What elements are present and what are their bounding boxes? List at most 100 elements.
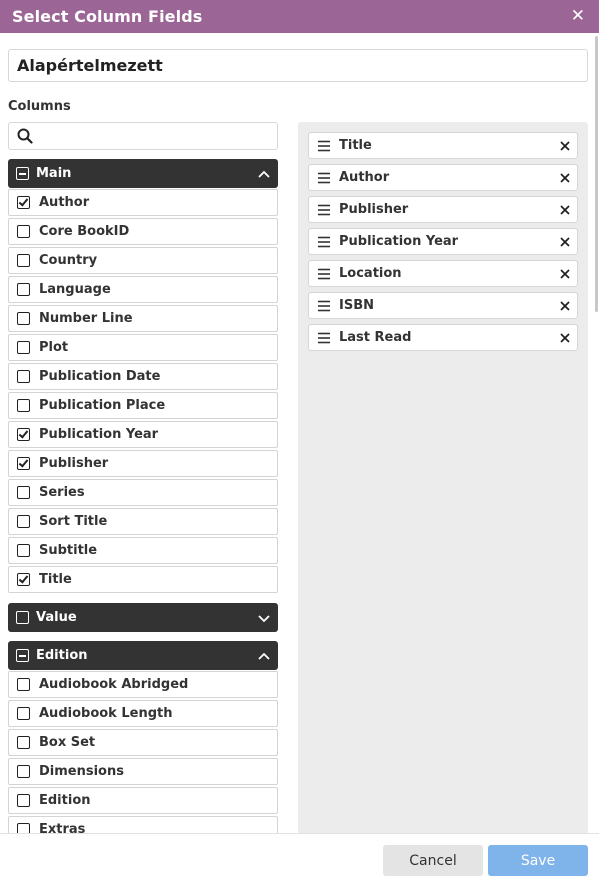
field-label: Subtitle (39, 543, 98, 558)
chevron-up-icon (258, 652, 270, 660)
field-item[interactable]: Dimensions (8, 758, 278, 785)
remove-icon[interactable] (559, 172, 571, 184)
remove-icon[interactable] (559, 236, 571, 248)
drag-handle-icon[interactable] (317, 300, 331, 312)
selected-column-label: Title (339, 138, 372, 153)
dialog-titlebar: Select Column Fields ✕ (0, 0, 599, 33)
dialog-title: Select Column Fields (12, 7, 203, 26)
field-item[interactable]: Subtitle (8, 537, 278, 564)
field-label: Plot (39, 340, 69, 355)
field-item[interactable]: Box Set (8, 729, 278, 756)
expand-square-icon (16, 611, 29, 624)
remove-icon[interactable] (559, 140, 571, 152)
field-item[interactable]: Sort Title (8, 508, 278, 535)
field-label: Language (39, 282, 111, 297)
field-label: Audiobook Abridged (39, 677, 189, 692)
close-icon[interactable]: ✕ (571, 8, 585, 25)
field-item[interactable]: Series (8, 479, 278, 506)
selected-column-item[interactable]: Location (308, 260, 578, 287)
field-label: Dimensions (39, 764, 124, 779)
remove-icon[interactable] (559, 300, 571, 312)
field-label: Publication Year (39, 427, 159, 442)
field-item[interactable]: Edition (8, 787, 278, 814)
search-input[interactable] (39, 125, 273, 149)
field-item[interactable]: Extras (8, 816, 278, 834)
field-item[interactable]: Publication Year (8, 421, 278, 448)
field-label: Publication Place (39, 398, 166, 413)
group-label: Value (36, 610, 77, 625)
field-label: Series (39, 485, 85, 500)
selected-column-item[interactable]: Publication Year (308, 228, 578, 255)
selected-column-label: ISBN (339, 298, 374, 313)
remove-icon[interactable] (559, 268, 571, 280)
field-item[interactable]: Audiobook Length (8, 700, 278, 727)
field-item[interactable]: Publication Date (8, 363, 278, 390)
field-checkbox[interactable] (17, 254, 30, 267)
field-checkbox[interactable] (17, 370, 30, 383)
field-item[interactable]: Publication Place (8, 392, 278, 419)
selected-column-item[interactable]: ISBN (308, 292, 578, 319)
field-checkbox[interactable] (17, 573, 30, 586)
remove-icon[interactable] (559, 204, 571, 216)
field-checkbox[interactable] (17, 196, 30, 209)
field-checkbox[interactable] (17, 678, 30, 691)
selected-column-item[interactable]: Last Read (308, 324, 578, 351)
scrollbar-thumb[interactable] (595, 36, 598, 312)
drag-handle-icon[interactable] (317, 172, 331, 184)
selected-column-item[interactable]: Author (308, 164, 578, 191)
field-checkbox[interactable] (17, 707, 30, 720)
selected-columns-list: Title Author Publisher Publication Year Loca… (308, 132, 578, 356)
chevron-down-icon (258, 614, 270, 622)
field-checkbox[interactable] (17, 765, 30, 778)
field-item[interactable]: Audiobook Abridged (8, 671, 278, 698)
field-checkbox[interactable] (17, 515, 30, 528)
selected-column-label: Publisher (339, 202, 409, 217)
available-fields-list: Main Author Core BookID Country Language Num… (8, 159, 278, 834)
preset-name-input[interactable] (8, 49, 588, 82)
field-checkbox[interactable] (17, 794, 30, 807)
field-checkbox[interactable] (17, 312, 30, 325)
drag-handle-icon[interactable] (317, 268, 331, 280)
drag-handle-icon[interactable] (317, 332, 331, 344)
selected-column-label: Publication Year (339, 234, 459, 249)
drag-handle-icon[interactable] (317, 140, 331, 152)
field-checkbox[interactable] (17, 341, 30, 354)
collapse-square-icon (16, 167, 29, 180)
field-label: Core BookID (39, 224, 130, 239)
search-icon (17, 128, 33, 144)
field-item[interactable]: Number Line (8, 305, 278, 332)
group-header-edition[interactable]: Edition (8, 641, 278, 670)
field-checkbox[interactable] (17, 544, 30, 557)
field-label: Publication Date (39, 369, 161, 384)
save-button[interactable]: Save (488, 845, 588, 876)
search-box[interactable] (8, 122, 278, 150)
group-header-value[interactable]: Value (8, 603, 278, 632)
remove-icon[interactable] (559, 332, 571, 344)
field-item[interactable]: Author (8, 189, 278, 216)
field-checkbox[interactable] (17, 486, 30, 499)
field-checkbox[interactable] (17, 225, 30, 238)
field-item[interactable]: Country (8, 247, 278, 274)
selected-column-item[interactable]: Title (308, 132, 578, 159)
selected-columns-panel: Title Author Publisher Publication Year Loca… (298, 122, 588, 834)
selected-column-label: Author (339, 170, 390, 185)
group-header-main[interactable]: Main (8, 159, 278, 188)
field-item[interactable]: Core BookID (8, 218, 278, 245)
field-item[interactable]: Title (8, 566, 278, 593)
cancel-button[interactable]: Cancel (383, 845, 483, 876)
field-label: Edition (39, 793, 91, 808)
field-checkbox[interactable] (17, 399, 30, 412)
drag-handle-icon[interactable] (317, 204, 331, 216)
field-item[interactable]: Language (8, 276, 278, 303)
field-item[interactable]: Plot (8, 334, 278, 361)
selected-column-label: Last Read (339, 330, 412, 345)
field-checkbox[interactable] (17, 428, 30, 441)
field-checkbox[interactable] (17, 736, 30, 749)
field-label: Author (39, 195, 90, 210)
field-item[interactable]: Publisher (8, 450, 278, 477)
selected-column-item[interactable]: Publisher (308, 196, 578, 223)
field-checkbox[interactable] (17, 283, 30, 296)
field-label: Audiobook Length (39, 706, 173, 721)
drag-handle-icon[interactable] (317, 236, 331, 248)
field-checkbox[interactable] (17, 457, 30, 470)
